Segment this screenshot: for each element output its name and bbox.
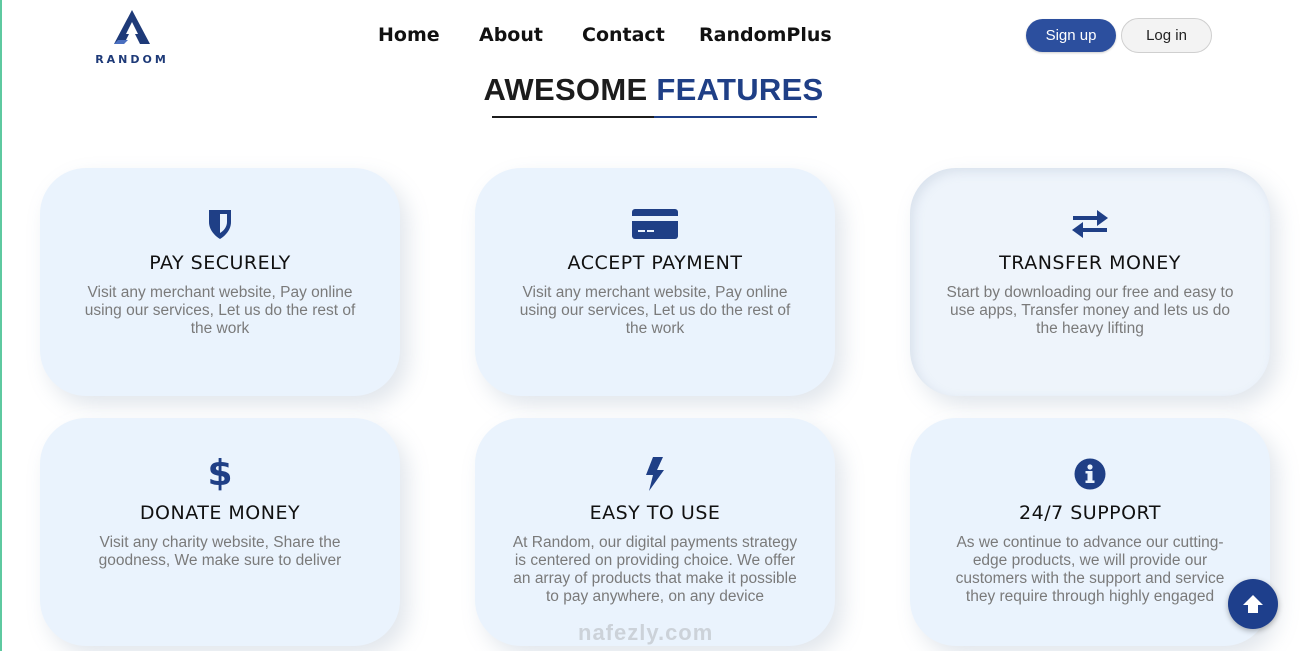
nav-home[interactable]: Home [378, 24, 440, 46]
feature-description: Visit any merchant website, Pay online u… [519, 284, 791, 337]
feature-card-transfer-money[interactable]: TRANSFER MONEY Start by downloading our … [910, 168, 1270, 396]
signup-button[interactable]: Sign up [1026, 19, 1116, 52]
info-circle-icon [910, 456, 1270, 492]
nav-contact[interactable]: Contact [582, 24, 665, 46]
heading-underline [492, 116, 817, 118]
section-heading: AWESOME FEATURES [2, 72, 1305, 108]
heading-dark-text: AWESOME [483, 72, 648, 107]
heading-blue-text: FEATURES [656, 72, 824, 107]
feature-title: TRANSFER MONEY [999, 252, 1181, 274]
logo-text: RANDOM [95, 53, 169, 66]
feature-title: 24/7 SUPPORT [1019, 502, 1161, 524]
nav-about[interactable]: About [479, 24, 543, 46]
nav-randomplus[interactable]: RandomPlus [699, 24, 832, 46]
feature-card-accept-payment[interactable]: ACCEPT PAYMENT Visit any merchant websit… [475, 168, 835, 396]
feature-description: Start by downloading our free and easy t… [946, 284, 1234, 337]
feature-title: PAY SECURELY [149, 252, 291, 274]
feature-title: EASY TO USE [589, 502, 721, 524]
arrow-up-icon [1243, 595, 1263, 613]
feature-card-pay-securely[interactable]: PAY SECURELY Visit any merchant website,… [40, 168, 400, 396]
scroll-to-top-button[interactable] [1228, 579, 1278, 629]
watermark-text: nafezly.com [578, 620, 714, 645]
feature-description: Visit any charity website, Share the goo… [98, 534, 342, 569]
feature-title: ACCEPT PAYMENT [567, 252, 743, 274]
lightning-bolt-icon [475, 456, 835, 492]
dollar-icon: $ [207, 453, 233, 494]
feature-card-donate-money[interactable]: $ DONATE MONEY Visit any charity website… [40, 418, 400, 646]
exchange-arrows-icon [910, 206, 1270, 242]
login-button[interactable]: Log in [1121, 18, 1212, 53]
feature-description: Visit any merchant website, Pay online u… [84, 284, 356, 337]
feature-title: DONATE MONEY [139, 502, 301, 524]
shield-icon [40, 206, 400, 242]
credit-card-icon [475, 206, 835, 242]
feature-description: At Random, our digital payments strategy… [512, 534, 798, 605]
feature-description: As we continue to advance our cutting-ed… [955, 534, 1225, 605]
feature-card-support[interactable]: 24/7 SUPPORT As we continue to advance o… [910, 418, 1270, 646]
feature-card-easy-to-use[interactable]: EASY TO USE At Random, our digital payme… [475, 418, 835, 646]
